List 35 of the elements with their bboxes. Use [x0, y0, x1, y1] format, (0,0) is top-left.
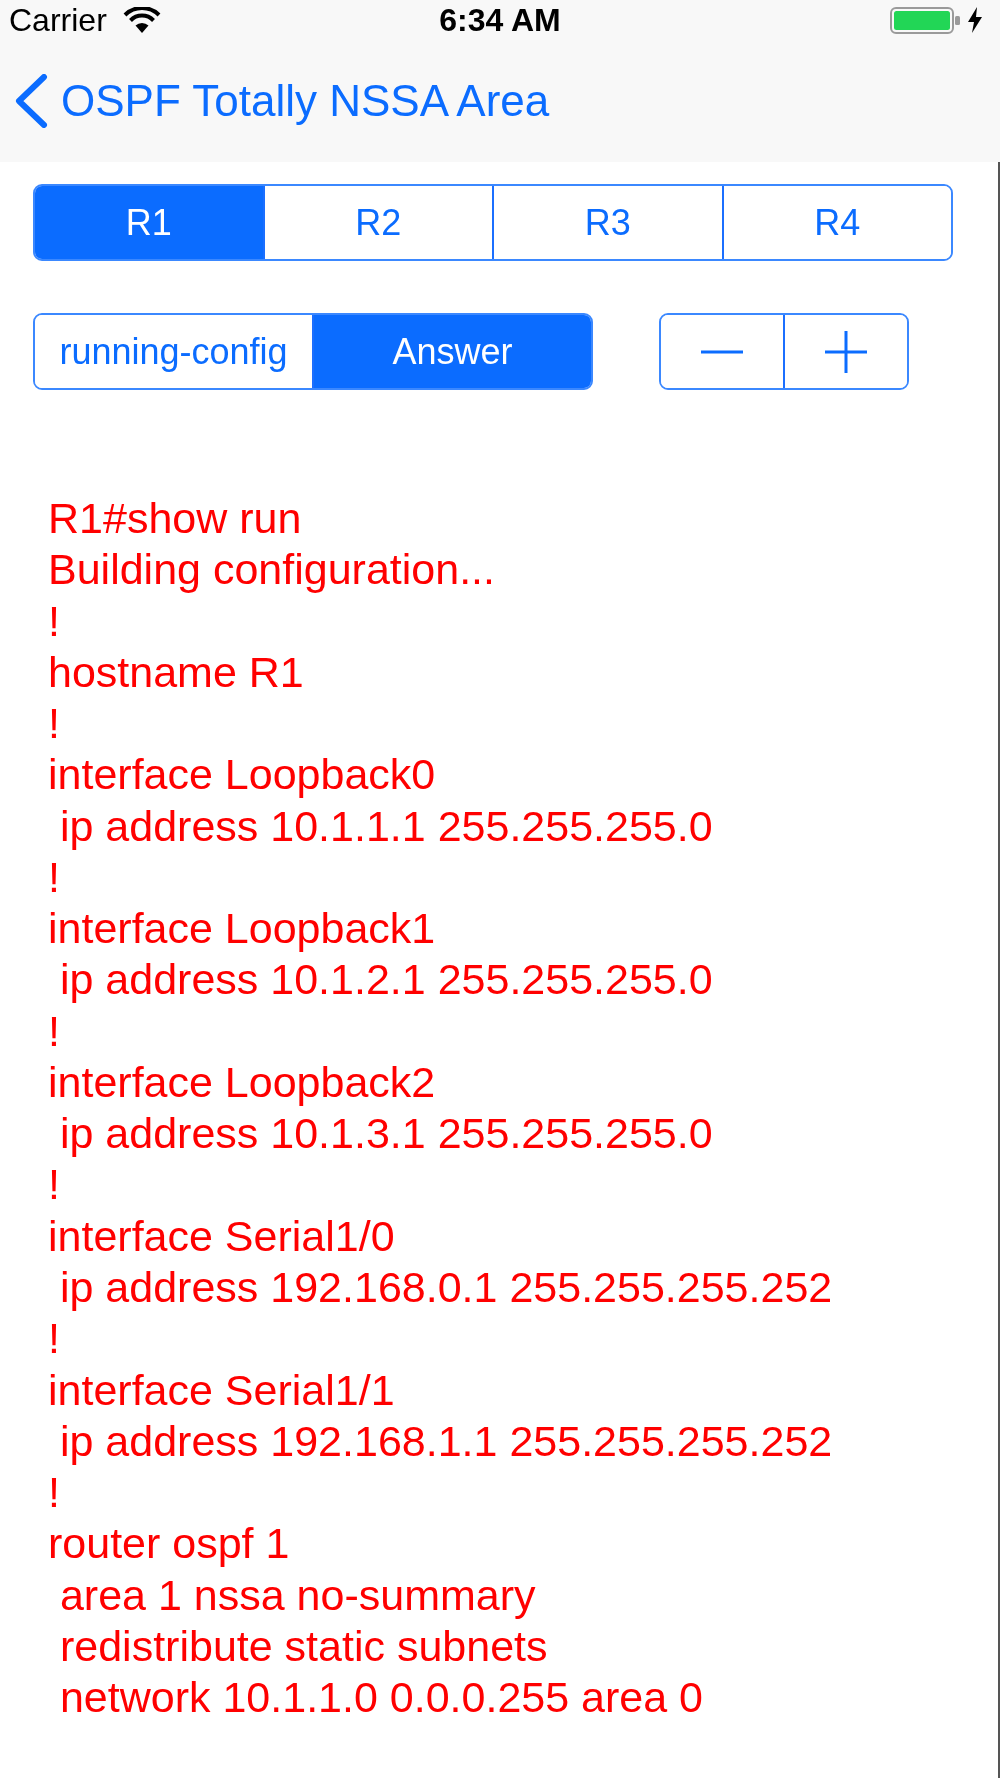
config-line: ip address 10.1.3.1 255.255.255.0: [58, 1108, 713, 1160]
view-toggle-tab[interactable]: Answer: [312, 315, 591, 388]
carrier-name: Carrier: [9, 2, 107, 38]
config-line: hostname R1: [48, 646, 304, 698]
config-line: !: [48, 1467, 60, 1519]
config-line: interface Loopback1: [48, 903, 436, 955]
config-line: Building configuration...: [48, 544, 495, 596]
battery-icon: [890, 6, 960, 34]
config-line: !: [48, 1005, 60, 1057]
config-line: !: [48, 851, 60, 903]
config-line: ip address 10.1.2.1 255.255.255.0: [58, 954, 713, 1006]
config-line: !: [48, 1159, 60, 1211]
config-line: ip address 192.168.1.1 255.255.255.252: [58, 1415, 833, 1467]
config-line: interface Loopback0: [48, 749, 436, 801]
wifi-icon: [122, 7, 161, 33]
config-line: interface Serial1/0: [48, 1210, 395, 1262]
config-line: R1#show run: [48, 493, 302, 544]
config-line: area 1 nssa no-summary: [58, 1569, 536, 1621]
config-line: network 10.1.1.0 0.0.0.255 area 0: [58, 1672, 703, 1724]
status-time: 6:34 AM: [439, 2, 561, 38]
increase-button[interactable]: [783, 315, 907, 388]
config-line: !: [48, 1313, 60, 1365]
config-line: redistribute static subnets: [58, 1620, 548, 1672]
config-line: !: [48, 698, 60, 750]
chevron-left-icon: [14, 74, 48, 128]
config-line: router ospf 1: [48, 1518, 290, 1570]
config-line: ip address 10.1.1.1 255.255.255.0: [58, 800, 713, 852]
router-tab[interactable]: R4: [721, 186, 951, 259]
config-line: !: [48, 595, 60, 647]
minus-icon: [701, 349, 743, 354]
router-tab[interactable]: R1: [35, 186, 263, 259]
config-line: interface Serial1/1: [48, 1364, 395, 1416]
plus-icon: [825, 330, 867, 373]
config-line: interface Loopback2: [48, 1056, 436, 1108]
config-line: ip address 192.168.0.1 255.255.255.252: [58, 1262, 833, 1313]
